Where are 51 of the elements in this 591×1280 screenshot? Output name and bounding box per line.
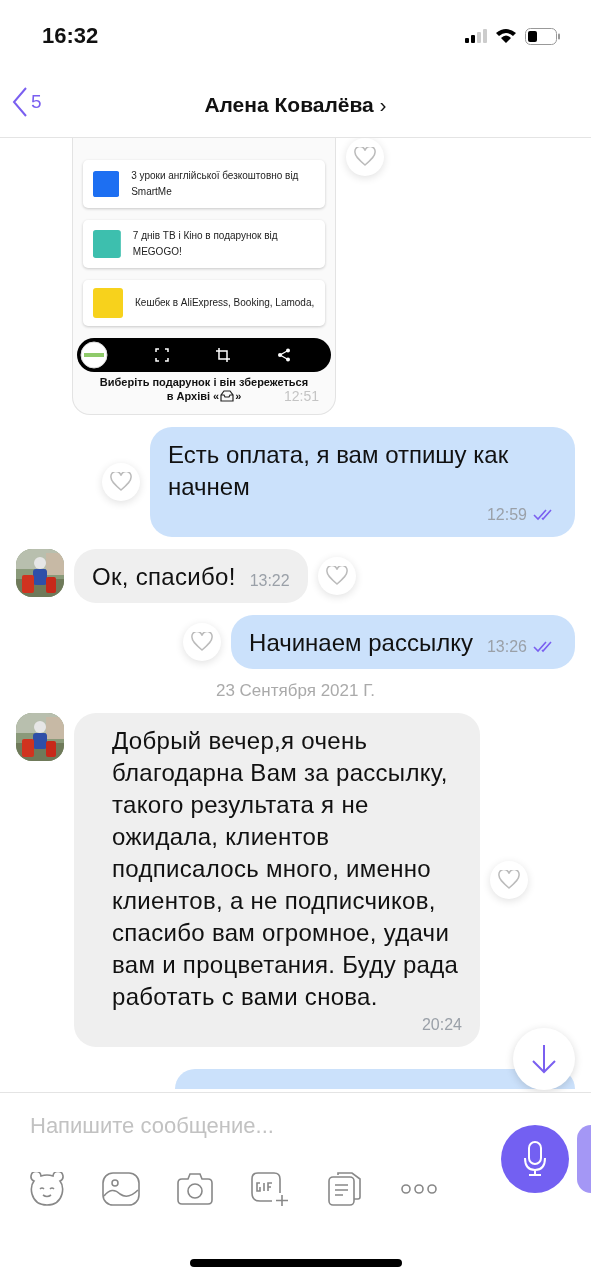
offer-text: Кешбек в AliExpress, Booking, Lamoda, — [135, 296, 315, 310]
camera-icon[interactable] — [176, 1172, 214, 1206]
message-time: 13:26 — [486, 637, 527, 657]
contact-name[interactable]: Алена Ковалёва › — [204, 92, 387, 117]
screenshot-caption: Виберіть подарунок і він збережеться — [98, 376, 310, 388]
gallery-icon[interactable] — [102, 1172, 140, 1206]
back-button[interactable]: 5 — [12, 86, 42, 118]
message-text: Начинаем рассылку — [249, 628, 473, 658]
back-icon — [12, 86, 28, 118]
thumbnail-icon — [80, 341, 108, 369]
message-bubble[interactable]: Начинаем рассылку 13:26 — [231, 615, 575, 669]
crop-icon — [216, 348, 230, 362]
message-time: 20:24 — [421, 1015, 462, 1035]
scan-icon — [155, 348, 169, 362]
like-button[interactable] — [317, 557, 356, 595]
microphone-icon — [523, 1141, 547, 1177]
offer-text: 7 днів ТВ і Кіно в подарунок від MEGOGO! — [132, 229, 279, 259]
message-text: Есть оплата, я вам отпишу как начнем — [168, 440, 510, 502]
status-time: 16:32 — [42, 23, 99, 49]
like-button[interactable] — [183, 623, 222, 661]
offer-text: 3 уроки англійської безкоштовно від SmartMe — [131, 169, 300, 199]
date-separator: 23 Сентября 2021 Г. — [214, 681, 377, 701]
gif-icon[interactable] — [250, 1171, 290, 1207]
like-button[interactable] — [102, 463, 140, 501]
message-text: Ок, спасибо! — [92, 562, 236, 592]
sticker-icon[interactable] — [28, 1172, 66, 1206]
heart-icon — [191, 632, 214, 652]
arrow-down-icon — [531, 1044, 557, 1074]
scroll-down-button[interactable] — [513, 1028, 575, 1090]
more-icon[interactable] — [400, 1183, 438, 1195]
screenshot-caption: в Архіві « — [166, 390, 220, 402]
extra-button[interactable] — [577, 1125, 591, 1193]
message-input[interactable]: Напишите сообщение... — [30, 1111, 493, 1141]
heart-icon — [498, 870, 520, 890]
message-bubble[interactable]: Ок, спасибо! 13:22 — [74, 549, 308, 603]
heart-icon — [110, 472, 132, 492]
heart-icon — [325, 566, 348, 586]
share-icon — [277, 348, 291, 362]
inbox-icon — [220, 390, 235, 402]
signal-icon — [465, 29, 487, 43]
like-button[interactable] — [490, 861, 528, 899]
wifi-icon — [495, 28, 517, 44]
documents-icon[interactable] — [326, 1171, 364, 1207]
message-bubble[interactable]: Есть оплата, я вам отпишу как начнем 12:59 — [150, 427, 575, 537]
like-button[interactable] — [346, 138, 384, 176]
screenshot-caption: » — [235, 390, 242, 402]
battery-icon — [525, 27, 561, 45]
heart-icon — [354, 147, 376, 167]
message-time: 13:22 — [249, 571, 290, 591]
message-text: Добрый вечер,я очень благодарна Вам за рассылку, такого результата я не ожидала, клиентов подписалось много, именно клиентов, а не подписчиков, спасибо вам огромное, удачи вам и процветания. Буду рада работать с вами снова. — [112, 726, 460, 1012]
message-time: 12:59 — [486, 505, 527, 525]
